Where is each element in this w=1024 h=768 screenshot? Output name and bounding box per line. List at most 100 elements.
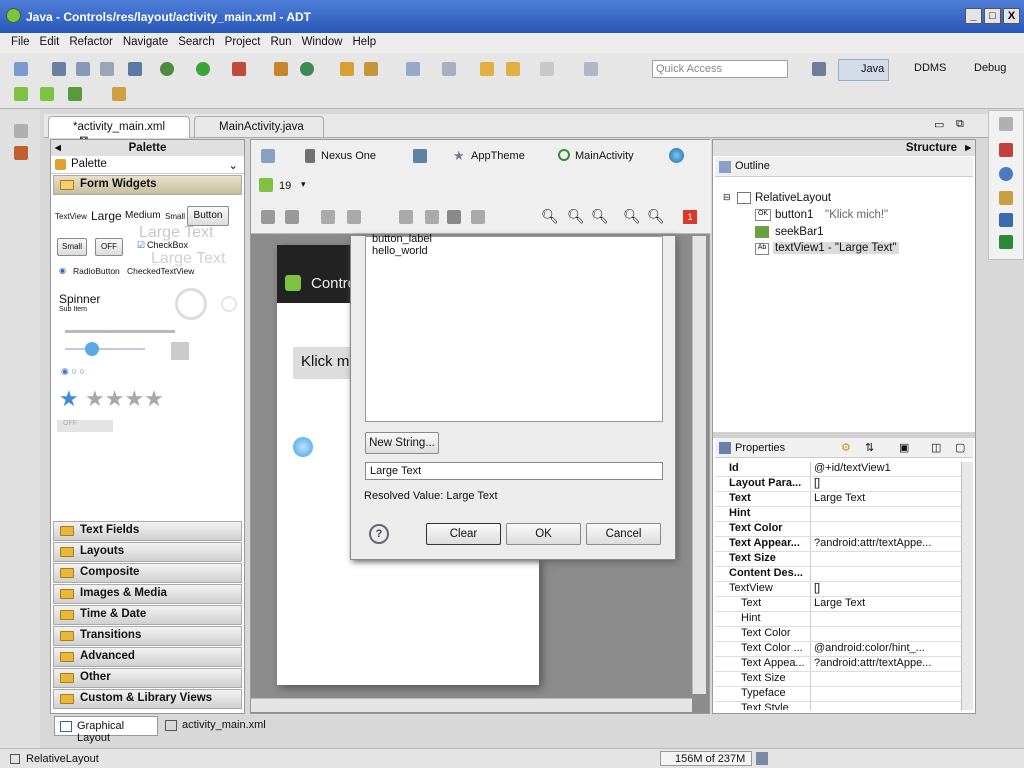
baseline-icon[interactable] [399,210,413,224]
show-advanced-icon[interactable]: ⚙ [841,441,851,454]
menu-project[interactable]: Project [220,33,266,53]
property-value[interactable] [811,612,961,626]
menu-run[interactable]: Run [265,33,296,53]
restore-right-icon[interactable] [999,117,1013,131]
properties-scrollbar[interactable] [961,462,973,710]
radio-group-icon[interactable]: ◉ ○ ○ [61,366,85,377]
property-value[interactable]: Large Text [811,597,961,611]
property-value[interactable]: [] [811,582,961,596]
rating-stars-icon[interactable]: ★★★★ [85,386,164,412]
device-selector[interactable]: Nexus One [321,150,376,162]
property-value[interactable] [811,552,961,566]
property-row[interactable]: Text Color··· [715,522,961,537]
widget-switch[interactable]: OFF [57,420,113,432]
error-badge[interactable]: 1 [683,210,697,224]
close-button[interactable]: X [1003,8,1020,24]
category-text-fields[interactable]: Text Fields [53,521,242,541]
locale-globe-icon[interactable] [669,148,684,163]
new-icon[interactable] [14,62,28,76]
garbage-collect-icon[interactable] [756,752,768,765]
property-row[interactable]: Content Des...··· [715,567,961,582]
clear-button[interactable]: Clear [426,523,501,545]
tab-activity-main-xml[interactable]: *activity_main.xml ⊠ [48,116,190,147]
property-value[interactable] [811,702,961,710]
maximize-view-icon[interactable]: ▢ [955,441,965,454]
pin-editor-icon[interactable] [584,62,598,76]
canvas-hscrollbar[interactable] [251,698,692,712]
property-row[interactable]: Text Size··· [715,552,961,567]
tree-item-textview1[interactable]: textView1 - "Large Text" [773,242,899,254]
minimize-button[interactable]: _ [965,8,982,24]
property-value[interactable]: ?android:attr/textAppe... [811,657,961,671]
menu-window[interactable]: Window [297,33,348,53]
menu-edit[interactable]: Edit [35,33,65,53]
tab-graphical-layout[interactable]: Graphical Layout [54,716,158,744]
menu-search[interactable]: Search [173,33,219,53]
property-value[interactable] [811,672,961,686]
restore-icon[interactable] [14,124,28,138]
property-row[interactable]: Layout Para...[] [715,477,961,492]
javadoc-icon[interactable] [999,167,1013,181]
help-icon[interactable]: ? [369,524,389,544]
zoom-real-size-icon[interactable]: 🔍︎ [541,208,559,225]
property-value[interactable] [811,627,961,641]
property-row[interactable]: Typeface··· [715,687,961,702]
console-icon[interactable] [999,213,1013,227]
menu-help[interactable]: Help [347,33,381,53]
maximize-editor-icon[interactable]: ⧉ [956,118,964,131]
property-row[interactable]: Hint··· [715,612,961,627]
widget-radiobutton[interactable]: RadioButton [73,266,120,276]
widget-button[interactable]: Button [187,206,229,226]
property-value[interactable] [811,522,961,536]
theme-selector[interactable]: AppTheme [471,150,525,162]
back-icon[interactable] [480,62,494,76]
property-row[interactable]: Hint··· [715,507,961,522]
tree-item-relativelayout[interactable]: RelativeLayout [755,192,831,204]
snap-icon[interactable] [471,210,485,224]
canvas-vscrollbar[interactable] [692,236,706,694]
new-android-project-icon[interactable] [112,87,126,101]
widget-medium[interactable]: Medium [125,210,161,221]
center-icon[interactable] [425,210,439,224]
property-value[interactable] [811,507,961,521]
seekbar-thumb-icon[interactable] [85,342,99,356]
property-row[interactable]: Text Size··· [715,672,961,687]
new-package-icon[interactable] [300,62,314,76]
progress-large-icon[interactable] [175,288,207,320]
quick-contact-icon[interactable] [171,342,189,360]
outline-tab[interactable]: Outline [715,157,973,177]
chevron-down-icon[interactable]: ⌄ [228,158,238,172]
collapse-left-icon[interactable]: ◂ [55,140,61,156]
quick-access-input[interactable]: Quick Access [652,60,788,78]
property-row[interactable]: Text Appear...?android:attr/textAppe...·… [715,537,961,552]
star-filled-icon[interactable]: ★ [59,386,79,412]
avd-manager-icon[interactable] [40,87,54,101]
search-icon[interactable] [364,62,378,76]
properties-tab[interactable]: Properties ⚙ ⇅ ▣ ◫ ▢ [715,438,973,458]
back-arrow-icon[interactable] [506,62,520,76]
minimize-editor-icon[interactable]: ▭ [934,118,944,131]
progress-horizontal-icon[interactable] [65,330,175,333]
config-icon[interactable] [261,149,275,163]
category-time-date[interactable]: Time & Date [53,605,242,625]
category-custom-library-views[interactable]: Custom & Library Views [53,689,242,709]
open-type-icon[interactable] [340,62,354,76]
declaration-icon[interactable] [999,191,1013,205]
api-level-selector[interactable]: 19 [279,180,291,192]
print-icon[interactable] [100,62,114,76]
collapse-right-icon[interactable]: ▸ [965,140,971,156]
fill-height-icon[interactable] [285,210,299,224]
property-row[interactable]: Id@+id/textView1··· [715,462,961,477]
ok-button[interactable]: OK [506,523,581,545]
category-layouts[interactable]: Layouts [53,542,242,562]
external-tools-icon[interactable] [232,62,246,76]
property-row[interactable]: Text Color··· [715,627,961,642]
sort-icon[interactable]: ⇅ [865,441,874,454]
seekbar-track[interactable] [65,348,145,350]
widget-toggle-button[interactable]: OFF [95,238,123,256]
tab-mainactivity-java[interactable]: MainActivity.java [194,116,324,138]
widget-small[interactable]: Small [165,212,185,221]
property-row[interactable]: TextLarge Text··· [715,492,961,507]
menu-navigate[interactable]: Navigate [118,33,173,53]
zoom-in-icon[interactable]: 🔍︎ [647,208,665,225]
